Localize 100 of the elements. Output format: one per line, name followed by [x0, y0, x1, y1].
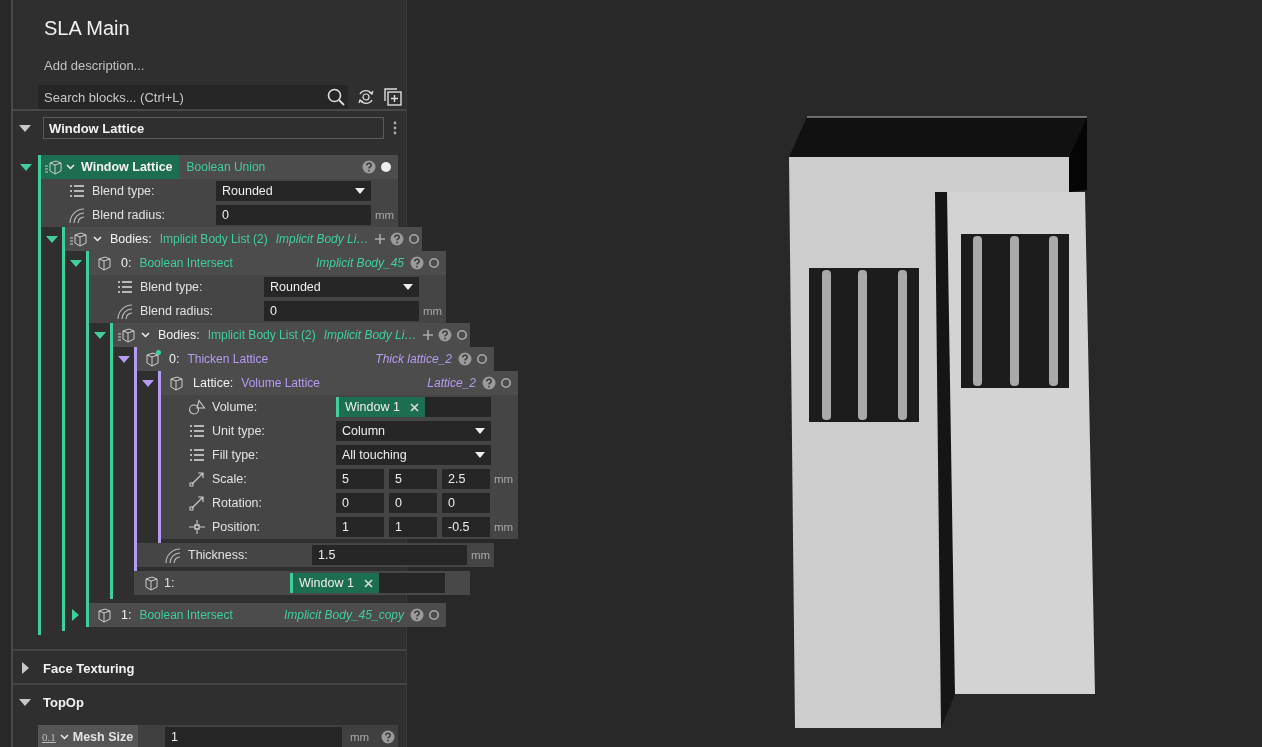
- collapse-triangle-icon[interactable]: [93, 331, 106, 339]
- visibility-dot-icon[interactable]: [456, 329, 469, 341]
- number-field[interactable]: 0: [264, 301, 419, 321]
- number-field[interactable]: -0.5: [442, 517, 490, 537]
- help-icon[interactable]: [390, 232, 405, 246]
- number-field[interactable]: 0: [336, 493, 384, 513]
- help-icon[interactable]: [458, 352, 472, 366]
- unit-label: mm: [423, 305, 443, 317]
- visibility-dot-icon[interactable]: [428, 257, 440, 269]
- description-field[interactable]: Add description...: [44, 57, 244, 73]
- item-index: 1:: [164, 576, 176, 590]
- section-title[interactable]: Face Texturing: [43, 660, 135, 676]
- reference-field[interactable]: Window 1: [290, 573, 445, 593]
- block-header[interactable]: 1: Boolean Intersect Implicit Body_45_copy: [89, 603, 446, 627]
- help-icon[interactable]: [381, 730, 396, 744]
- number-field[interactable]: 1: [336, 517, 384, 537]
- block-instance-name: Lattice_2: [427, 376, 476, 390]
- plus-icon[interactable]: [422, 329, 435, 341]
- section-name-field[interactable]: Window Lattice: [43, 117, 384, 139]
- block-header[interactable]: 0: Boolean Intersect Implicit Body_45: [89, 251, 446, 275]
- help-icon[interactable]: [438, 328, 453, 342]
- collapse-triangle-icon[interactable]: [19, 698, 31, 706]
- list-cube-icon: [44, 158, 64, 176]
- diagonal-arrow-icon: [188, 471, 206, 487]
- search-icon[interactable]: [324, 85, 348, 109]
- param-label: Volume:: [212, 400, 259, 414]
- collapse-triangle-icon[interactable]: [141, 379, 154, 387]
- param-label: Blend radius:: [92, 208, 166, 222]
- collapse-triangle-icon[interactable]: [19, 163, 32, 171]
- reference-field[interactable]: Window 1: [336, 397, 491, 417]
- help-icon[interactable]: [482, 376, 496, 390]
- collapse-triangle-icon[interactable]: [45, 235, 58, 243]
- number-field[interactable]: 5: [389, 469, 437, 489]
- help-icon[interactable]: [410, 608, 424, 622]
- refresh-icon[interactable]: [357, 88, 375, 106]
- number-field[interactable]: 0: [216, 205, 371, 225]
- block-type: Thicken Lattice: [187, 352, 269, 366]
- chevron-down-icon[interactable]: [93, 235, 102, 243]
- expand-triangle-icon[interactable]: [72, 609, 79, 621]
- unit-label: mm: [350, 731, 370, 743]
- number-field[interactable]: 1.5: [312, 545, 467, 565]
- chevron-down-icon[interactable]: [59, 733, 69, 741]
- close-icon[interactable]: [409, 402, 419, 412]
- number-field[interactable]: 1: [389, 517, 437, 537]
- number-field[interactable]: 1: [165, 727, 342, 747]
- chevron-down-icon[interactable]: [141, 331, 150, 339]
- param-label: Blend type:: [140, 280, 204, 294]
- collapse-triangle-icon[interactable]: [117, 355, 130, 363]
- param-label: Position:: [212, 520, 261, 534]
- diagonal-arrow-icon: [188, 495, 206, 511]
- visibility-dot-icon[interactable]: [380, 161, 392, 173]
- dropdown-caret-icon: [475, 428, 485, 434]
- collapse-triangle-icon[interactable]: [69, 259, 82, 267]
- more-options-icon[interactable]: [393, 121, 397, 135]
- title-highlight[interactable]: Window Lattice: [41, 155, 179, 179]
- block-type: Boolean Union: [186, 160, 266, 174]
- dropdown-caret-icon: [355, 188, 365, 194]
- list-icon: [68, 184, 86, 198]
- visibility-dot-icon[interactable]: [500, 377, 512, 389]
- item-index: 0:: [169, 352, 180, 366]
- param-label: Blend radius:: [140, 304, 214, 318]
- add-block-icon[interactable]: [384, 88, 402, 106]
- search-field[interactable]: Search blocks... (Ctrl+L): [38, 85, 324, 109]
- block-header[interactable]: Bodies: Implicit Body List (2) Implicit Body Li…: [113, 323, 470, 347]
- number-field[interactable]: 0: [389, 493, 437, 513]
- block-type: Implicit Body List (2): [159, 232, 268, 246]
- visibility-dot-icon[interactable]: [408, 233, 421, 245]
- item-index: Lattice:: [193, 376, 234, 390]
- dropdown[interactable]: Rounded: [264, 277, 419, 297]
- number-field[interactable]: 0: [442, 493, 490, 513]
- dropdown[interactable]: Rounded: [216, 181, 371, 201]
- unit-label: mm: [494, 521, 514, 533]
- collapse-triangle-icon[interactable]: [19, 124, 31, 132]
- number-field[interactable]: 5: [336, 469, 384, 489]
- block-header[interactable]: Bodies: Implicit Body List (2) Implicit Body Li…: [65, 227, 422, 251]
- reference-chip[interactable]: Window 1: [336, 397, 425, 417]
- unit-label: mm: [375, 209, 395, 221]
- dropdown[interactable]: All touching: [336, 445, 491, 465]
- dropdown[interactable]: Column: [336, 421, 491, 441]
- dropdown-caret-icon: [403, 284, 413, 290]
- help-icon[interactable]: [362, 160, 376, 174]
- param-label: Blend type:: [92, 184, 156, 198]
- close-icon[interactable]: [363, 578, 373, 588]
- chevron-down-icon[interactable]: [66, 163, 75, 171]
- precision-badge[interactable]: 0.1: [42, 731, 56, 743]
- number-field[interactable]: 2.5: [442, 469, 490, 489]
- reference-chip[interactable]: Window 1: [290, 573, 379, 593]
- plus-icon[interactable]: [374, 233, 387, 245]
- block-header[interactable]: Window Lattice Boolean Union: [41, 155, 398, 179]
- help-icon[interactable]: [410, 256, 424, 270]
- visibility-dot-icon[interactable]: [476, 353, 488, 365]
- param-label: Scale:: [212, 472, 248, 486]
- block-instance-name: Implicit Body_45_copy: [283, 608, 404, 622]
- list-label: Bodies:: [158, 328, 200, 342]
- section-title[interactable]: TopOp: [43, 694, 84, 710]
- block-type: Implicit Body List (2): [207, 328, 316, 342]
- block-header[interactable]: Lattice: Volume Lattice Lattice_2: [161, 371, 518, 395]
- visibility-dot-icon[interactable]: [428, 609, 440, 621]
- block-header[interactable]: 0: Thicken Lattice Thick lattice_2: [137, 347, 494, 371]
- expand-triangle-icon[interactable]: [22, 662, 29, 674]
